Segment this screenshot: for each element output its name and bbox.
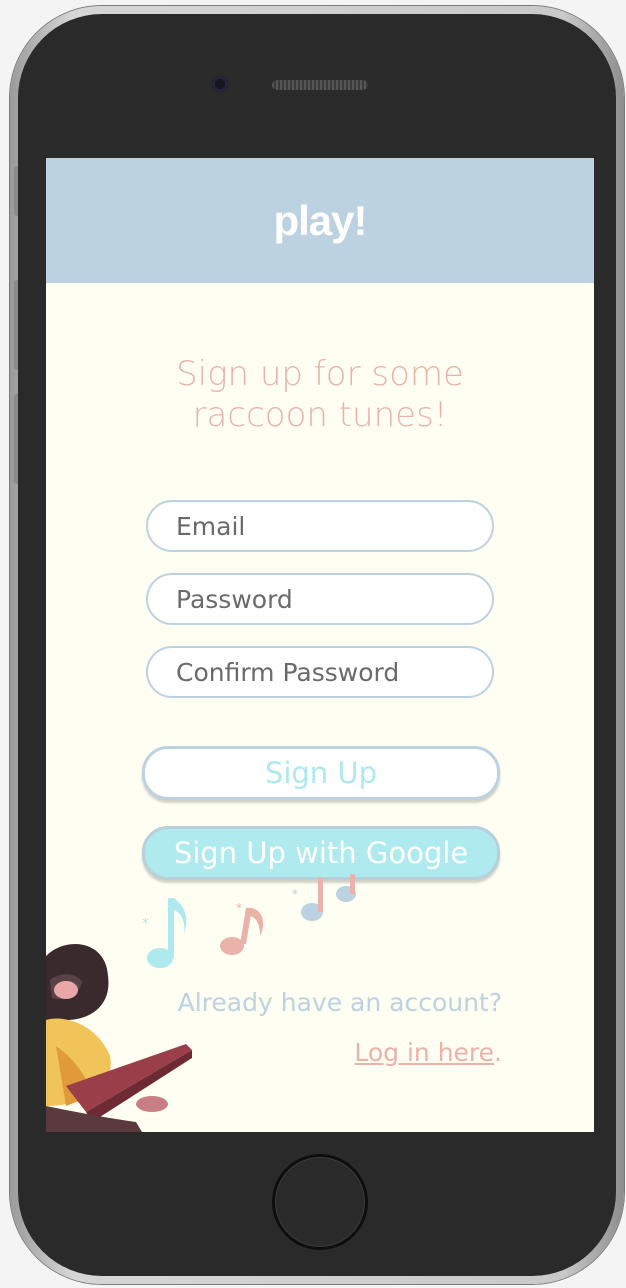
email-input[interactable]: [176, 502, 476, 550]
login-suffix: .: [494, 1038, 502, 1067]
raccoon-illustration: [46, 944, 192, 1132]
headline-line-1: Sign up for some: [176, 354, 464, 394]
confirm-password-input[interactable]: [176, 648, 476, 696]
speaker-grille: [272, 80, 368, 90]
already-have-account-text: Already have an account?: [177, 988, 502, 1017]
home-button[interactable]: [272, 1154, 368, 1250]
app-title: play!: [273, 196, 367, 244]
password-field[interactable]: [146, 573, 494, 625]
svg-text:*: *: [292, 887, 298, 901]
app-header: play!: [46, 158, 594, 283]
login-row: Log in here.: [354, 1038, 502, 1067]
headline-line-2: raccoon tunes!: [192, 395, 448, 435]
camera-icon: [212, 76, 228, 92]
confirm-password-field[interactable]: [146, 646, 494, 698]
signup-headline: Sign up for some raccoon tunes!: [46, 354, 594, 436]
google-sign-up-button[interactable]: Sign Up with Google: [142, 826, 500, 880]
sign-up-button[interactable]: Sign Up: [142, 746, 500, 800]
email-field[interactable]: [146, 500, 494, 552]
music-note-icon: *: [220, 901, 264, 955]
svg-text:*: *: [142, 916, 149, 932]
sign-up-label: Sign Up: [264, 756, 378, 790]
log-in-link[interactable]: Log in here: [354, 1038, 494, 1067]
music-note-icon: *: [292, 874, 356, 921]
google-sign-up-label: Sign Up with Google: [173, 836, 469, 870]
password-input[interactable]: [176, 575, 476, 623]
svg-text:*: *: [236, 901, 242, 915]
app-screen: play! Sign up for some raccoon tunes! Si…: [46, 158, 594, 1132]
